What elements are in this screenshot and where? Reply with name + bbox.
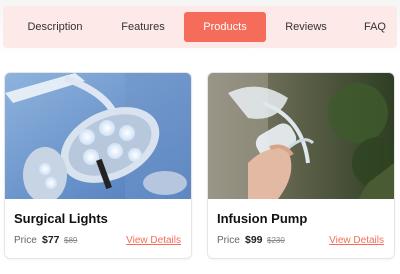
view-details-link[interactable]: View Details (329, 235, 384, 246)
tab-products[interactable]: Products (184, 12, 266, 42)
tab-faq[interactable]: FAQ (353, 6, 397, 48)
product-title: Surgical Lights (14, 211, 108, 226)
tab-description[interactable]: Description (17, 6, 93, 48)
infusion-pump-image (208, 73, 394, 199)
product-card-surgical-lights[interactable]: Surgical Lights Price $77 $89 View Detai… (4, 72, 192, 259)
tab-reviews[interactable]: Reviews (271, 6, 341, 48)
product-card-infusion-pump[interactable]: Infusion Pump Price $99 $230 View Detail… (207, 72, 395, 259)
tab-bar: Description Features Products Reviews FA… (3, 6, 397, 48)
price: $99 (245, 234, 263, 246)
price: $77 (42, 234, 60, 246)
old-price: $89 (64, 236, 78, 245)
surgical-lights-image (5, 73, 191, 199)
price-label: Price (217, 235, 240, 246)
view-details-link[interactable]: View Details (126, 235, 181, 246)
old-price: $230 (267, 236, 285, 245)
product-title: Infusion Pump (217, 211, 308, 226)
price-label: Price (14, 235, 37, 246)
tab-features[interactable]: Features (107, 6, 179, 48)
